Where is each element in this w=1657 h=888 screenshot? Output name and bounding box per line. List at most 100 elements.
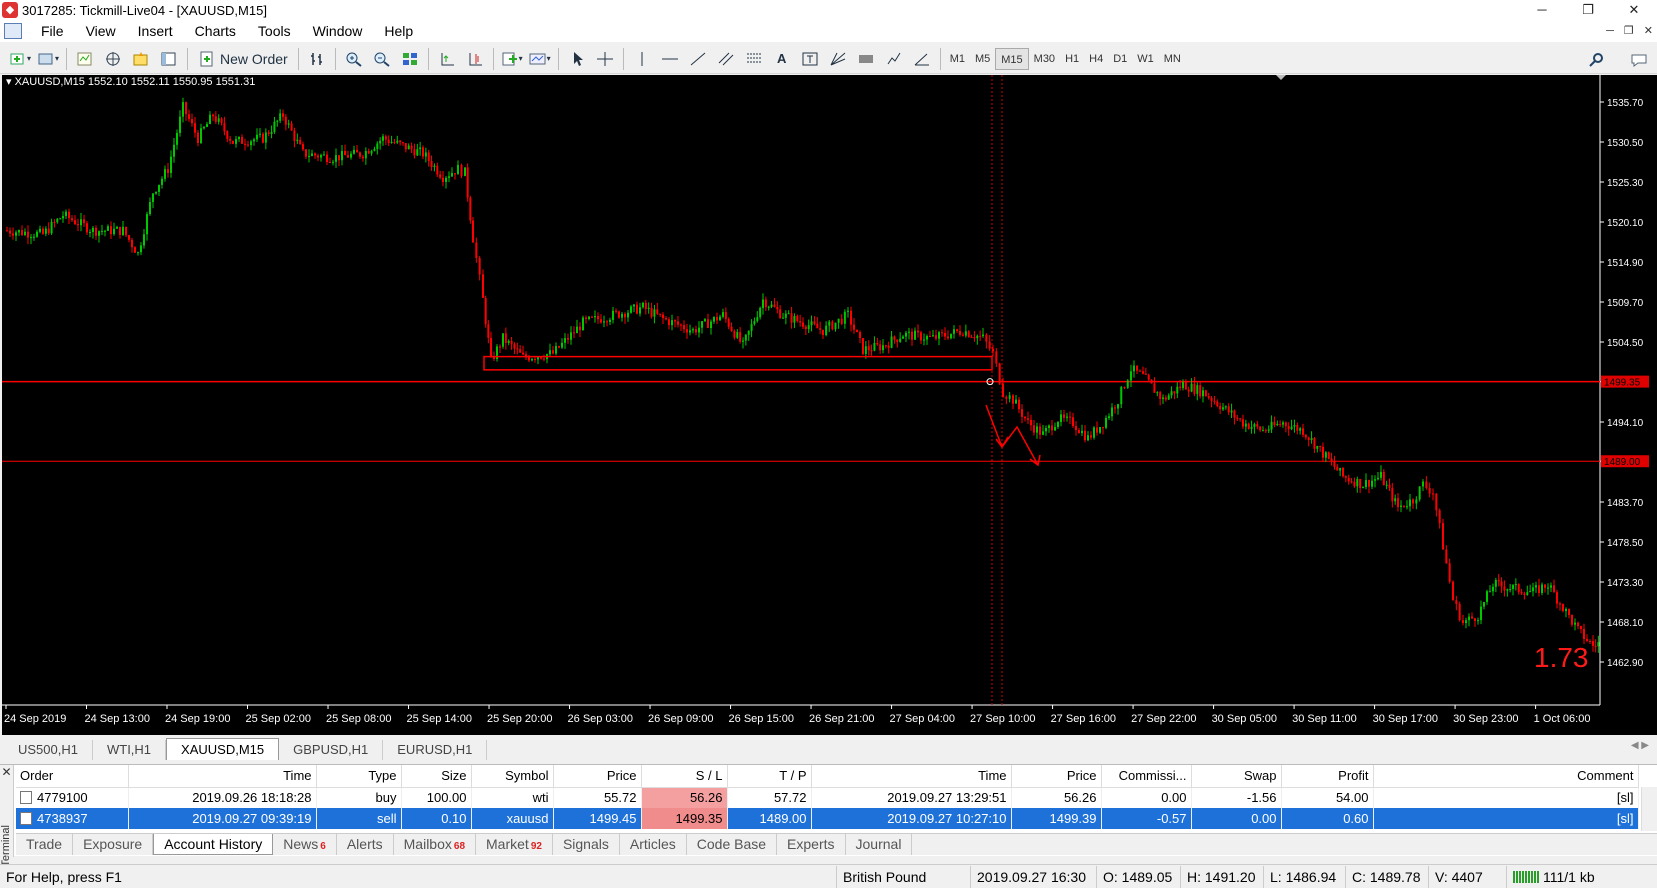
timeframe-mn[interactable]: MN (1159, 48, 1186, 70)
col-close-time[interactable]: Time (811, 765, 1012, 788)
mdi-minimize-icon[interactable]: ─ (1606, 20, 1614, 42)
chart-tab-gbpusd[interactable]: GBPUSD,H1 (279, 740, 384, 760)
angle-icon[interactable] (910, 47, 934, 71)
chart-canvas[interactable]: ▾ XAUUSD,M15 1552.10 1552.11 1550.95 155… (2, 75, 1657, 735)
close-icon[interactable]: ✕ (1611, 0, 1657, 20)
col-close-price[interactable]: Price (1011, 765, 1102, 788)
chart-tab-wti[interactable]: WTI,H1 (93, 740, 167, 760)
bar-chart-button[interactable] (305, 47, 329, 71)
timeframe-m30[interactable]: M30 (1029, 48, 1060, 70)
status-profile[interactable]: British Pound (836, 865, 932, 888)
chart-shift-button[interactable] (463, 47, 487, 71)
mdi-close-icon[interactable]: ✕ (1644, 20, 1653, 42)
data-window-button[interactable] (101, 47, 125, 71)
search-icon[interactable] (1585, 48, 1609, 72)
tab-journal[interactable]: Journal (846, 834, 913, 855)
fibonacci-icon[interactable] (742, 47, 766, 71)
menu-view[interactable]: View (75, 20, 127, 42)
candle-body (390, 141, 393, 143)
tab-market[interactable]: Market 92 (476, 834, 553, 855)
col-tp[interactable]: T / P (727, 765, 812, 788)
tab-articles[interactable]: Articles (620, 834, 687, 855)
chart-tab-us500[interactable]: US500,H1 (4, 740, 93, 760)
chart-tab-xauusd[interactable]: XAUUSD,M15 (166, 738, 280, 760)
col-profit[interactable]: Profit (1281, 765, 1374, 788)
candle-body (1102, 427, 1104, 429)
vertical-line-icon[interactable] (630, 47, 654, 71)
price-chart[interactable]: ▾ XAUUSD,M15 1552.10 1552.11 1550.95 155… (2, 75, 1657, 735)
close-terminal-icon[interactable]: ✕ (0, 765, 13, 779)
col-swap[interactable]: Swap (1191, 765, 1282, 788)
timeframe-h4[interactable]: H4 (1084, 48, 1108, 70)
time-label: 27 Sep 22:00 (1131, 713, 1196, 725)
gann-icon[interactable] (826, 47, 850, 71)
col-open-price[interactable]: Price (553, 765, 642, 788)
tab-experts[interactable]: Experts (777, 834, 846, 855)
col-sl[interactable]: S / L (641, 765, 728, 788)
tab-code-base[interactable]: Code Base (687, 834, 778, 855)
tab-trade[interactable]: Trade (16, 834, 74, 855)
tab-signals[interactable]: Signals (553, 834, 620, 855)
timeframe-w1[interactable]: W1 (1132, 48, 1159, 70)
timeframe-m5[interactable]: M5 (970, 48, 995, 70)
trendline-icon[interactable] (686, 47, 710, 71)
col-order[interactable]: Order (16, 765, 129, 788)
rectangle-icon[interactable] (854, 47, 878, 71)
chat-icon[interactable] (1627, 48, 1651, 72)
menu-help[interactable]: Help (373, 20, 424, 42)
cursor-icon[interactable] (565, 47, 589, 71)
crosshair-icon[interactable] (593, 47, 617, 71)
candle-body (1310, 438, 1313, 440)
terminal-button[interactable] (157, 47, 181, 71)
tab-scroll-icons[interactable]: ◀ ▶ (1631, 740, 1649, 751)
tab-account-history[interactable]: Account History (153, 834, 274, 855)
tile-windows-button[interactable] (398, 47, 422, 71)
table-row[interactable]: 4738937 2019.09.27 09:39:19 sell 0.10 xa… (16, 808, 1639, 829)
col-commission[interactable]: Commissi... (1101, 765, 1192, 788)
menu-insert[interactable]: Insert (127, 20, 184, 42)
chart-tab-eurusd[interactable]: EURUSD,H1 (383, 740, 488, 760)
tab-mailbox[interactable]: Mailbox 68 (394, 834, 477, 855)
navigator-button[interactable] (129, 47, 153, 71)
table-row[interactable]: 4779100 2019.09.26 18:18:28 buy 100.00 w… (16, 787, 1639, 808)
document-icon[interactable] (4, 23, 22, 39)
tab-exposure[interactable]: Exposure (73, 834, 154, 855)
time-label: 25 Sep 20:00 (487, 713, 552, 725)
equidistant-channel-icon[interactable] (714, 47, 738, 71)
timeframe-h1[interactable]: H1 (1060, 48, 1084, 70)
zoom-out-icon[interactable] (370, 47, 394, 71)
tab-news[interactable]: News 6 (273, 834, 337, 855)
mdi-restore-icon[interactable]: ❐ (1624, 20, 1634, 42)
horizontal-line-icon[interactable] (658, 47, 682, 71)
col-size[interactable]: Size (401, 765, 472, 788)
restore-icon[interactable]: ❐ (1565, 0, 1611, 20)
candle-body (767, 306, 770, 308)
text-icon[interactable]: A (770, 47, 794, 71)
arrows-icon[interactable] (882, 47, 906, 71)
periods-button[interactable]: ▾ (528, 47, 552, 71)
tab-alerts[interactable]: Alerts (337, 834, 394, 855)
candle-body (856, 329, 858, 333)
new-chart-button[interactable]: ▾ (8, 47, 32, 71)
menu-file[interactable]: File (30, 20, 75, 42)
col-open-time[interactable]: Time (128, 765, 317, 788)
candle-body (170, 156, 172, 174)
menu-charts[interactable]: Charts (184, 20, 247, 42)
profiles-button[interactable]: ▾ (36, 47, 60, 71)
timeframe-m1[interactable]: M1 (945, 48, 970, 70)
indicators-button[interactable]: ▾ (500, 47, 524, 71)
text-label-icon[interactable] (798, 47, 822, 71)
menu-tools[interactable]: Tools (247, 20, 302, 42)
minimize-icon[interactable]: ─ (1519, 0, 1565, 20)
timeframe-m15[interactable]: M15 (995, 47, 1029, 70)
table-scrollbar[interactable] (1641, 787, 1657, 831)
market-watch-button[interactable] (73, 47, 97, 71)
timeframe-d1[interactable]: D1 (1108, 48, 1132, 70)
zoom-in-icon[interactable] (342, 47, 366, 71)
col-comment[interactable]: Comment (1373, 765, 1639, 788)
auto-scroll-button[interactable] (435, 47, 459, 71)
col-type[interactable]: Type (316, 765, 402, 788)
col-symbol[interactable]: Symbol (471, 765, 554, 788)
menu-window[interactable]: Window (302, 20, 374, 42)
new-order-button[interactable]: New Order (194, 47, 292, 71)
